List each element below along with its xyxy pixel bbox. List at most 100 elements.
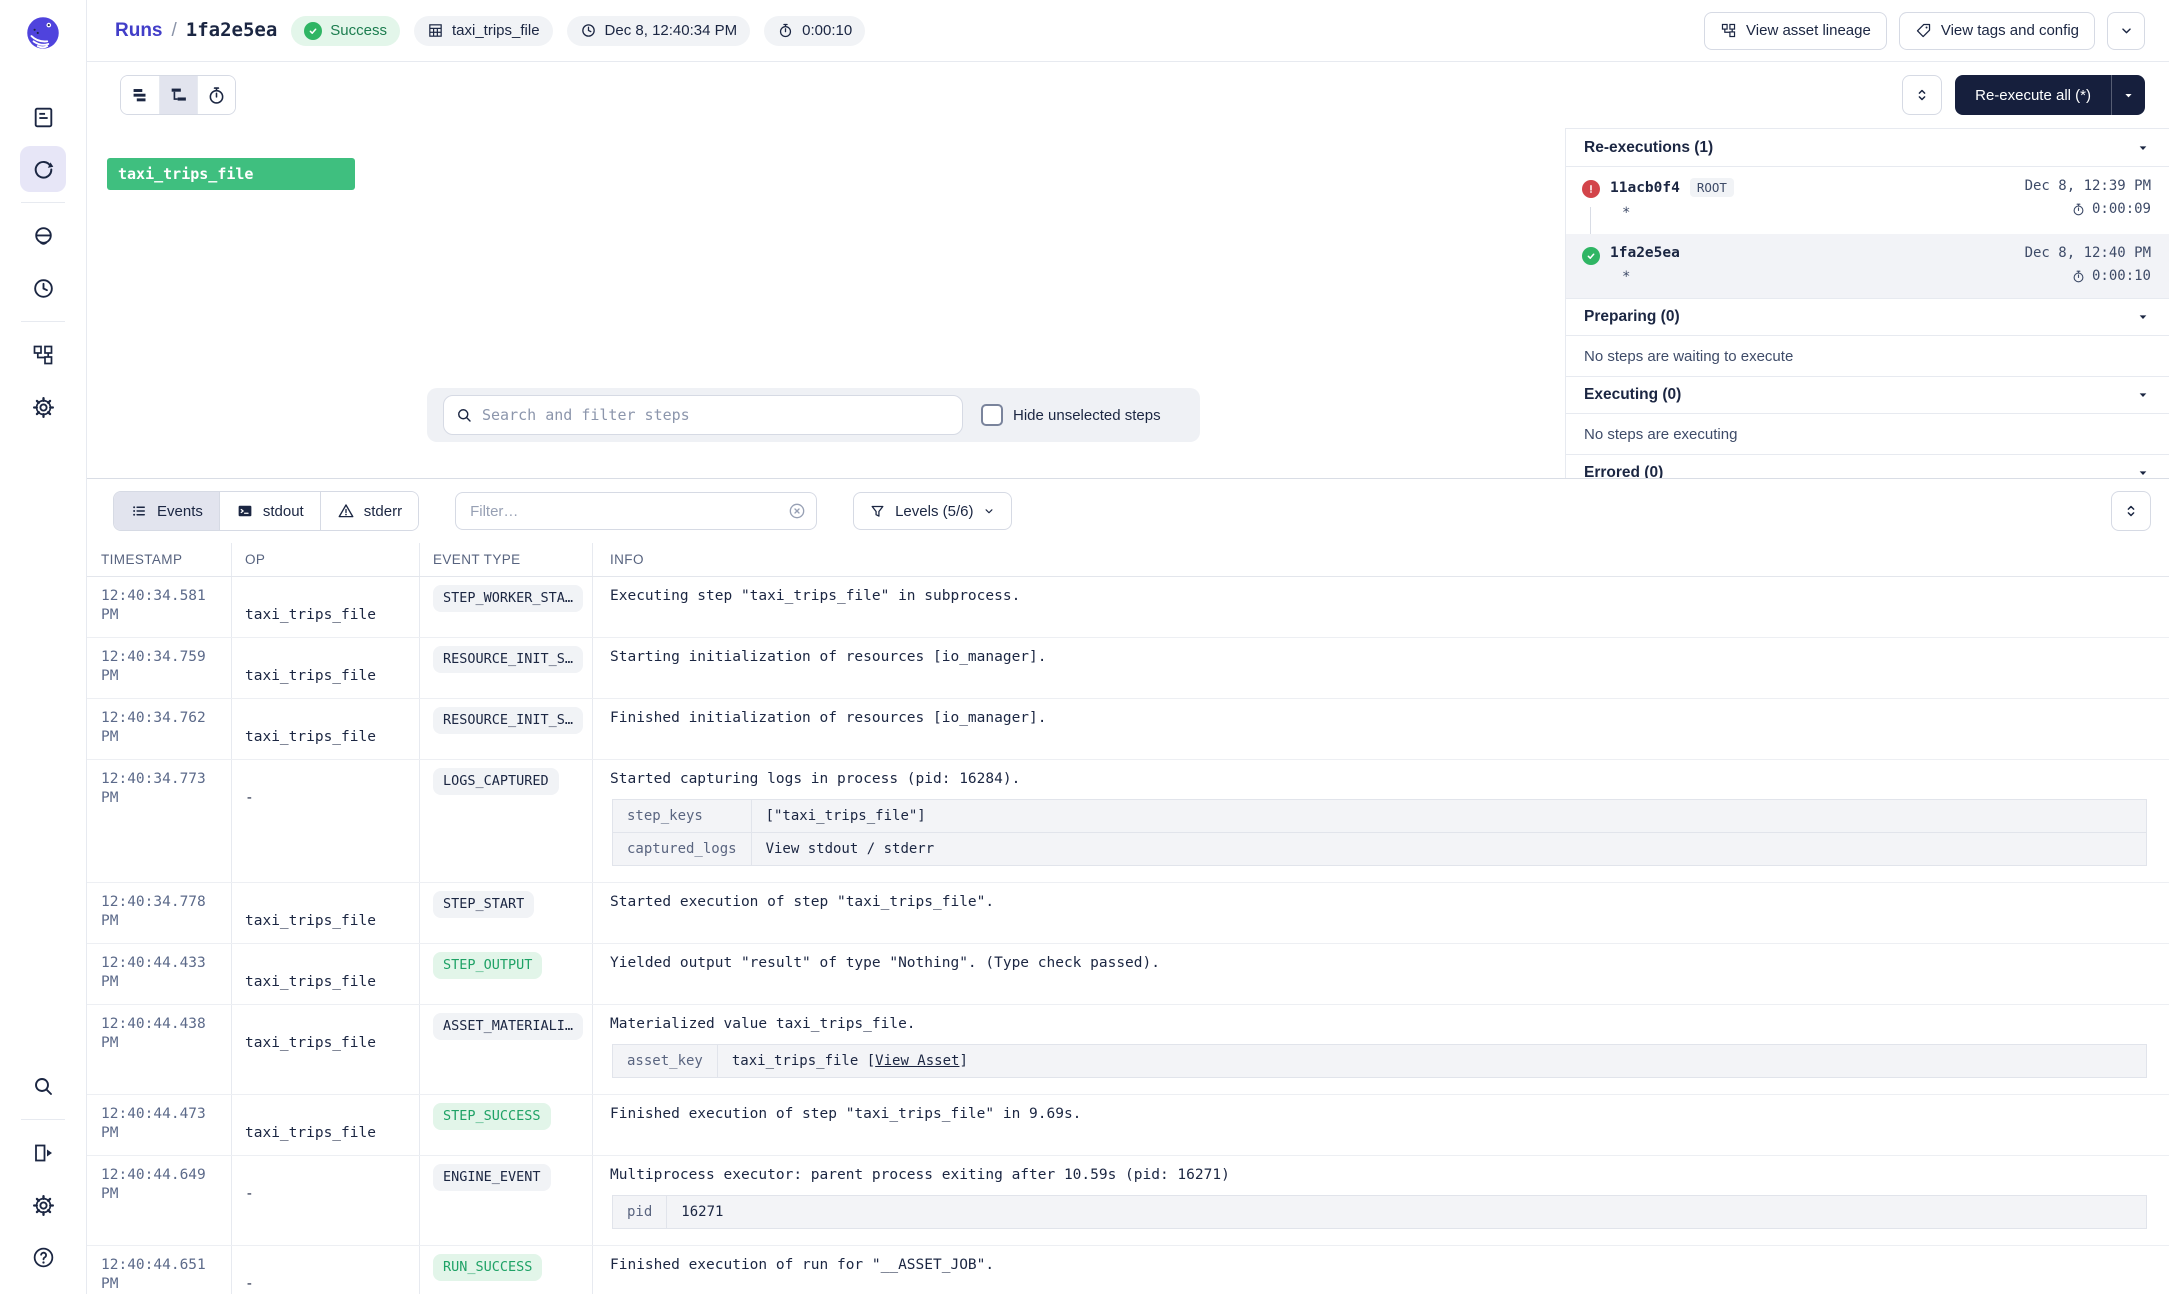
view-asset-lineage-button[interactable]: View asset lineage [1704, 12, 1887, 50]
timestamp-cell[interactable]: 12:40:44.438PM [87, 1005, 231, 1094]
help-icon [31, 1245, 56, 1270]
event-row: 12:40:44.473PMtaxi_trips_fileSTEP_SUCCES… [87, 1095, 2169, 1156]
timed-view-button[interactable] [197, 76, 235, 114]
sidebar-settings[interactable] [20, 1182, 66, 1228]
lineage-icon [1720, 22, 1737, 39]
reexecute-all-button[interactable]: Re-execute all (*) [1955, 75, 2111, 115]
meta-link[interactable]: View Asset [875, 1053, 959, 1069]
flat-view-button[interactable] [121, 76, 159, 114]
timestamp-cell[interactable]: 12:40:34.762PM [87, 699, 231, 759]
event-type-cell: ENGINE_EVENT [419, 1156, 592, 1245]
op-cell: - [231, 760, 419, 882]
root-tag: ROOT [1690, 178, 1734, 197]
expand-events-button[interactable] [2111, 491, 2151, 531]
sidebar-item-runs[interactable] [20, 146, 66, 192]
assets-icon [31, 105, 56, 130]
caret-down-icon [2135, 465, 2151, 478]
info-cell: Multiprocess executor: parent process ex… [592, 1156, 2169, 1245]
sidebar-help[interactable] [20, 1234, 66, 1280]
meta-value: taxi_trips_file [View Asset] [717, 1045, 2146, 1078]
step-search-input[interactable] [443, 395, 963, 435]
timestamp-cell[interactable]: 12:40:34.778PM [87, 883, 231, 943]
dagster-logo[interactable] [21, 12, 65, 56]
expand-gantt-button[interactable] [1902, 75, 1942, 115]
meta-key: captured_logs [613, 833, 752, 866]
timestamp-cell[interactable]: 12:40:34.581PM [87, 577, 231, 637]
event-message: Multiprocess executor: parent process ex… [610, 1166, 2151, 1185]
event-message: Started execution of step "taxi_trips_fi… [610, 893, 2151, 912]
section-preparing[interactable]: Preparing (0) [1566, 298, 2169, 336]
event-type-cell: STEP_START [419, 883, 592, 943]
sidebar-item-automation[interactable] [20, 213, 66, 259]
event-ampm: PM [101, 667, 217, 686]
chevron-down-icon [982, 504, 996, 518]
header-more-button[interactable] [2107, 12, 2145, 50]
run-id-link[interactable]: 1fa2e5ea [1610, 245, 1680, 261]
gantt-step-bar[interactable]: taxi_trips_file [107, 158, 355, 190]
event-message: Materialized value taxi_trips_file. [610, 1015, 2151, 1034]
caret-down-icon [2135, 387, 2151, 403]
section-title: Re-executions (1) [1584, 139, 1713, 157]
timestamp-cell[interactable]: 12:40:44.473PM [87, 1095, 231, 1155]
event-meta-table: asset_keytaxi_trips_file [View Asset] [612, 1044, 2147, 1078]
section-errored[interactable]: Errored (0) [1566, 454, 2169, 478]
hide-unselected-checkbox[interactable] [981, 404, 1003, 426]
timestamp-cell[interactable]: 12:40:44.433PM [87, 944, 231, 1004]
section-reexecutions[interactable]: Re-executions (1) [1566, 129, 2169, 167]
status-badge: Success [291, 16, 400, 46]
waterfall-view-button[interactable] [159, 76, 197, 114]
timestamp-cell[interactable]: 12:40:44.649PM [87, 1156, 231, 1245]
meta-link[interactable]: View stdout / stderr [766, 841, 935, 857]
sidebar-expand[interactable] [20, 1130, 66, 1176]
tab-stderr[interactable]: stderr [320, 492, 418, 530]
event-time: 12:40:34.773 [101, 770, 217, 789]
event-meta-table: pid16271 [612, 1195, 2147, 1229]
breadcrumb-separator: / [172, 20, 177, 42]
gear-icon [31, 1193, 56, 1218]
levels-dropdown[interactable]: Levels (5/6) [853, 492, 1012, 530]
page-title: Runs / 1fa2e5ea [115, 19, 277, 42]
timestamp-cell[interactable]: 12:40:34.759PM [87, 638, 231, 698]
success-status-icon [1582, 247, 1600, 265]
event-time: 12:40:44.649 [101, 1166, 217, 1185]
sidebar-item-assets[interactable] [20, 94, 66, 140]
job-chip[interactable]: taxi_trips_file [414, 16, 553, 46]
view-tags-config-label: View tags and config [1941, 22, 2079, 39]
event-row: 12:40:44.651PM-RUN_SUCCESSFinished execu… [87, 1246, 2169, 1294]
sidebar-item-deployment[interactable] [20, 384, 66, 430]
reexecute-dropdown-button[interactable] [2111, 75, 2145, 115]
search-icon [31, 1074, 55, 1098]
clear-filter-icon[interactable] [787, 501, 807, 521]
meta-row: step_keys["taxi_trips_file"] [613, 800, 2147, 833]
op-cell: - [231, 1246, 419, 1294]
run-id-link[interactable]: 11acb0f4 [1610, 180, 1680, 196]
op-cell: - [231, 1156, 419, 1245]
timestamp-cell[interactable]: 12:40:34.773PM [87, 760, 231, 882]
updown-chevrons-icon [2122, 502, 2140, 520]
event-row: 12:40:34.581PMtaxi_trips_fileSTEP_WORKER… [87, 577, 2169, 638]
section-executing[interactable]: Executing (0) [1566, 376, 2169, 414]
chevron-down-icon [2118, 22, 2135, 39]
sidebar-item-lineage[interactable] [20, 332, 66, 378]
op-cell: taxi_trips_file [231, 883, 419, 943]
run-row-current[interactable]: 1fa2e5ea * Dec 8, 12:40 PM 0:00:10 [1566, 234, 2169, 298]
sidebar-search[interactable] [20, 1063, 66, 1109]
event-row: 12:40:44.438PMtaxi_trips_fileASSET_MATER… [87, 1005, 2169, 1095]
event-type-cell: RESOURCE_INIT_S… [419, 638, 592, 698]
log-filter-input[interactable] [455, 492, 817, 530]
run-right-panel: Re-executions (1) 11acb0f4 ROOT * Dec [1565, 128, 2169, 478]
sidebar-item-schedules[interactable] [20, 265, 66, 311]
tab-stdout[interactable]: stdout [219, 492, 320, 530]
breadcrumb-runs-link[interactable]: Runs [115, 20, 163, 42]
run-row-root[interactable]: 11acb0f4 ROOT * Dec 8, 12:39 PM 0:00:09 [1566, 167, 2169, 234]
caret-down-icon [2135, 140, 2151, 156]
meta-key: step_keys [613, 800, 752, 833]
event-message: Finished execution of run for "__ASSET_J… [610, 1256, 2151, 1275]
timestamp-cell[interactable]: 12:40:44.651PM [87, 1246, 231, 1294]
view-tags-config-button[interactable]: View tags and config [1899, 12, 2095, 50]
tab-events[interactable]: Events [114, 492, 219, 530]
reexecution-list: 11acb0f4 ROOT * Dec 8, 12:39 PM 0:00:09 [1566, 167, 2169, 298]
event-time: 12:40:34.762 [101, 709, 217, 728]
console-icon [236, 502, 254, 520]
event-type-chip: STEP_OUTPUT [433, 952, 542, 979]
